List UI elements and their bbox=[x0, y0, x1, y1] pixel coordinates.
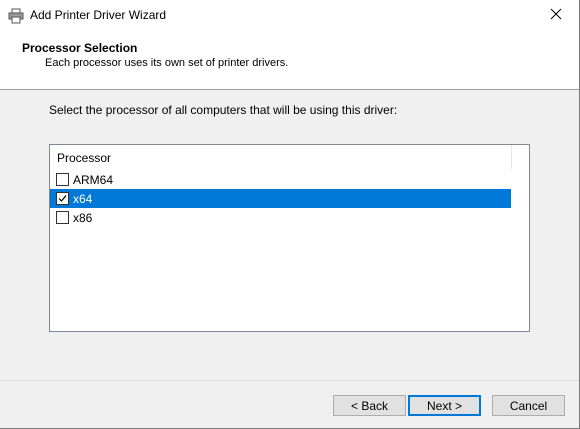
checkbox-x86[interactable] bbox=[56, 211, 69, 224]
cancel-button[interactable]: Cancel bbox=[492, 395, 565, 416]
list-item-label: x86 bbox=[73, 211, 93, 225]
close-button[interactable] bbox=[533, 0, 579, 31]
checkbox-x64[interactable] bbox=[56, 192, 69, 205]
title-bar: Add Printer Driver Wizard bbox=[0, 0, 579, 31]
processor-list[interactable]: Processor ARM64 x64 x86 bbox=[49, 144, 530, 332]
checkmark-icon bbox=[58, 195, 67, 202]
list-item-label: ARM64 bbox=[73, 173, 114, 187]
window-title: Add Printer Driver Wizard bbox=[30, 8, 167, 22]
page-subtitle: Each processor uses its own set of print… bbox=[45, 57, 289, 69]
wizard-window: Add Printer Driver Wizard Processor Sele… bbox=[0, 0, 580, 429]
close-icon bbox=[550, 8, 562, 23]
page-title: Processor Selection bbox=[22, 41, 138, 55]
list-item-arm64[interactable]: ARM64 bbox=[50, 170, 511, 189]
printer-icon bbox=[8, 8, 24, 24]
wizard-header: Processor Selection Each processor uses … bbox=[0, 31, 579, 90]
list-item-label: x64 bbox=[73, 192, 93, 206]
checkbox-arm64[interactable] bbox=[56, 173, 69, 186]
instruction-text: Select the processor of all computers th… bbox=[49, 103, 398, 117]
list-item-x64[interactable]: x64 bbox=[50, 189, 511, 208]
wizard-body: Select the processor of all computers th… bbox=[0, 90, 579, 380]
column-header-processor[interactable]: Processor bbox=[50, 145, 512, 169]
back-button[interactable]: < Back bbox=[333, 395, 406, 416]
footer-divider bbox=[0, 380, 579, 381]
column-header-label: Processor bbox=[57, 151, 112, 165]
list-item-x86[interactable]: x86 bbox=[50, 208, 511, 227]
next-button[interactable]: Next > bbox=[408, 395, 481, 416]
